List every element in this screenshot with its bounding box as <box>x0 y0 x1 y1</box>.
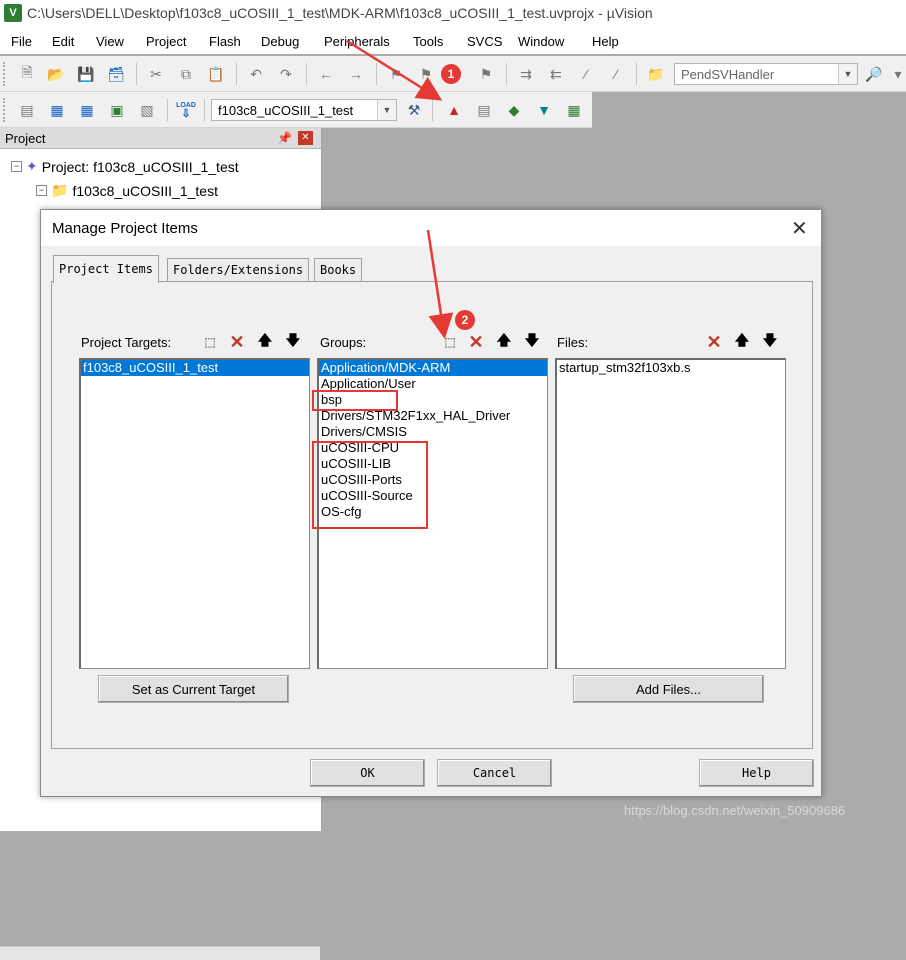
tab-project-items[interactable]: Project Items <box>53 255 159 283</box>
watermark: https://blog.csdn.net/weixin_50909686 <box>624 803 846 818</box>
horizontal-scrollbar[interactable] <box>0 946 320 960</box>
arrow-2 <box>426 229 454 339</box>
annotation-badge-2: 2 <box>455 310 475 330</box>
annotation-badge-1: 1 <box>441 64 461 84</box>
arrow-1 <box>346 39 443 101</box>
annotation-arrows <box>346 39 454 339</box>
